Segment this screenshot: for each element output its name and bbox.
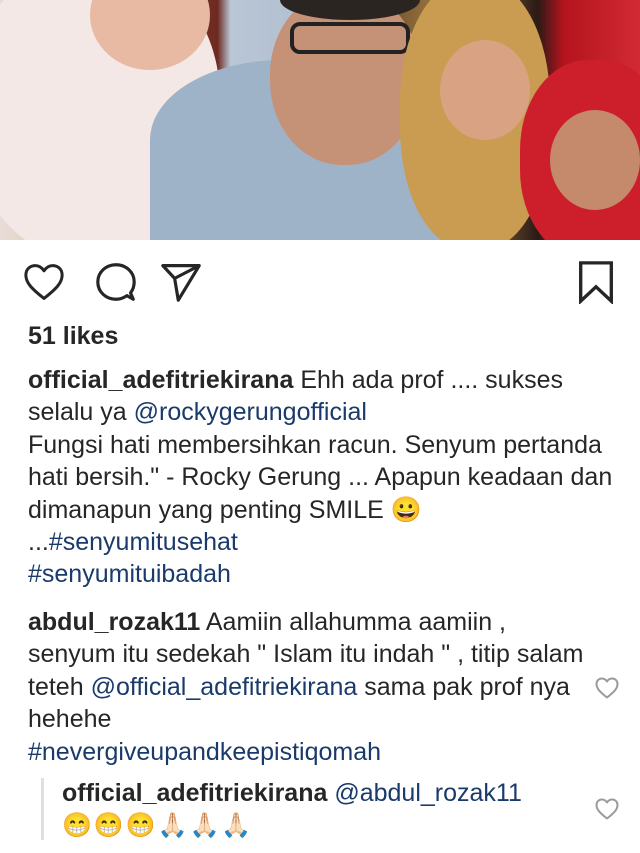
comment-username[interactable]: abdul_rozak11 (28, 608, 200, 636)
heart-icon (24, 264, 64, 300)
comment-button[interactable] (92, 258, 140, 306)
caption-quote: Fungsi hati membersihkan racun. Senyum p… (28, 430, 613, 524)
photo-glasses (290, 22, 410, 54)
paper-plane-icon (161, 264, 201, 302)
bookmark-icon (579, 261, 613, 304)
photo-face-3 (440, 40, 530, 140)
likes-count[interactable]: 51 likes (28, 322, 118, 351)
comment-icon (96, 263, 136, 301)
save-button[interactable] (572, 258, 620, 306)
post-photo[interactable] (0, 0, 640, 240)
caption-username[interactable]: official_adefitriekirana (28, 366, 293, 394)
reply-emojis: 😁😁😁🙏🏻🙏🏻🙏🏻 (62, 812, 254, 839)
post-action-bar (0, 258, 640, 310)
caption-emoji: 😀 (390, 495, 422, 524)
caption-hashtag[interactable]: #senyumituibadah (28, 560, 231, 588)
comment-mention[interactable]: @official_adefitriekirana (91, 673, 358, 701)
reply-item: official_adefitriekirana @abdul_rozak11 … (62, 777, 582, 842)
post-caption: official_adefitriekirana Ehh ada prof ..… (28, 364, 628, 591)
reply-thread-line (41, 778, 44, 840)
share-button[interactable] (157, 258, 205, 306)
comment-hashtag[interactable]: #nevergiveupandkeepistiqomah (28, 738, 381, 766)
caption-mention[interactable]: @rockygerungofficial (134, 398, 367, 426)
reply-mention[interactable]: @abdul_rozak11 (327, 779, 522, 807)
caption-ellipsis: ... (28, 528, 49, 557)
comment-like-heart-icon[interactable] (595, 677, 619, 699)
comment-item: abdul_rozak11 Aamiin allahumma aamiin , … (28, 606, 588, 768)
like-button[interactable] (20, 258, 68, 306)
reply-like-heart-icon[interactable] (595, 798, 619, 820)
photo-face-4 (550, 110, 640, 210)
caption-hashtag[interactable]: #senyumitusehat (49, 528, 238, 556)
reply-username[interactable]: official_adefitriekirana (62, 779, 327, 807)
